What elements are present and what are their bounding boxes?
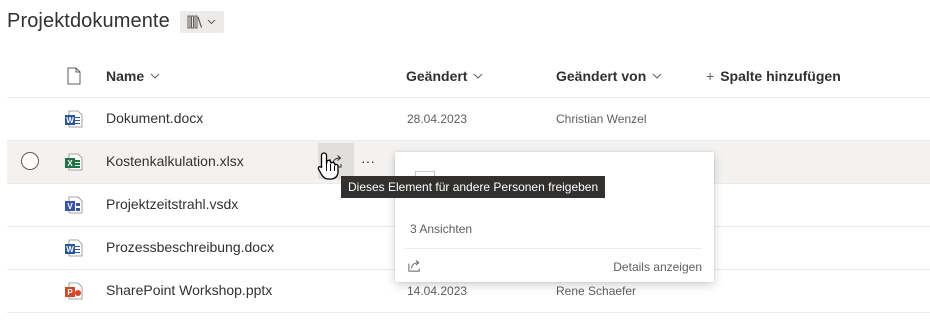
column-header-modified-by[interactable]: Geändert von: [556, 68, 662, 84]
view-count: 3 Ansichten: [410, 222, 473, 236]
modified-date: 14.04.2023: [407, 284, 468, 298]
svg-text:P: P: [67, 288, 73, 297]
excel-file-icon: X: [65, 153, 83, 171]
word-file-icon: W: [65, 239, 83, 257]
column-header-modified-label: Geändert: [406, 68, 468, 84]
chevron-down-icon: [150, 73, 160, 79]
file-name-link[interactable]: Prozessbeschreibung.docx: [106, 239, 274, 255]
svg-text:V: V: [67, 202, 73, 211]
column-header-modified[interactable]: Geändert: [406, 68, 483, 84]
document-type-icon[interactable]: [67, 67, 81, 85]
chevron-down-icon: [474, 73, 483, 79]
svg-text:W: W: [66, 116, 74, 125]
row-select-radio[interactable]: [21, 152, 39, 170]
modified-date: 28.04.2023: [407, 112, 468, 126]
file-name-link[interactable]: Kostenkalkulation.xlsx: [106, 153, 244, 169]
library-header: Projektdokumente: [7, 10, 224, 33]
file-hover-card: 3 Ansichten Details anzeigen: [395, 152, 714, 282]
word-file-icon: W: [65, 110, 83, 128]
more-actions-button[interactable]: ···: [356, 143, 380, 179]
column-header-name-label: Name: [106, 68, 145, 84]
modified-by-name[interactable]: Rene Schaefer: [556, 284, 636, 298]
library-books-icon: [187, 15, 203, 28]
visio-file-icon: V: [65, 196, 83, 214]
add-column-label: Spalte hinzufügen: [720, 68, 841, 84]
svg-text:W: W: [66, 245, 74, 254]
add-column-button[interactable]: + Spalte hinzufügen: [706, 68, 841, 84]
card-divider: [405, 248, 702, 249]
column-header-name[interactable]: Name: [106, 68, 160, 84]
column-header-modified-by-label: Geändert von: [556, 68, 647, 84]
details-link[interactable]: Details anzeigen: [613, 260, 702, 274]
powerpoint-file-icon: P: [65, 282, 83, 300]
file-name-link[interactable]: Projektzeitstrahl.vsdx: [106, 196, 238, 212]
plus-icon: +: [706, 68, 715, 84]
view-switcher-button[interactable]: [179, 10, 224, 33]
hand-cursor-icon: [317, 152, 339, 180]
table-row[interactable]: W Dokument.docx 28.04.2023 Christian Wen…: [7, 98, 930, 141]
column-header-row: Name Geändert Geändert von + Spalte hinz…: [7, 57, 930, 98]
file-name-link[interactable]: SharePoint Workshop.pptx: [106, 282, 272, 298]
chevron-down-icon: [652, 73, 662, 79]
svg-text:X: X: [67, 159, 73, 168]
chevron-down-icon: [207, 19, 216, 24]
share-icon[interactable]: [407, 258, 422, 273]
share-tooltip: Dieses Element für andere Personen freig…: [341, 176, 606, 198]
file-name-link[interactable]: Dokument.docx: [106, 110, 203, 126]
modified-by-name[interactable]: Christian Wenzel: [556, 112, 646, 126]
page-title: Projektdokumente: [7, 10, 170, 32]
